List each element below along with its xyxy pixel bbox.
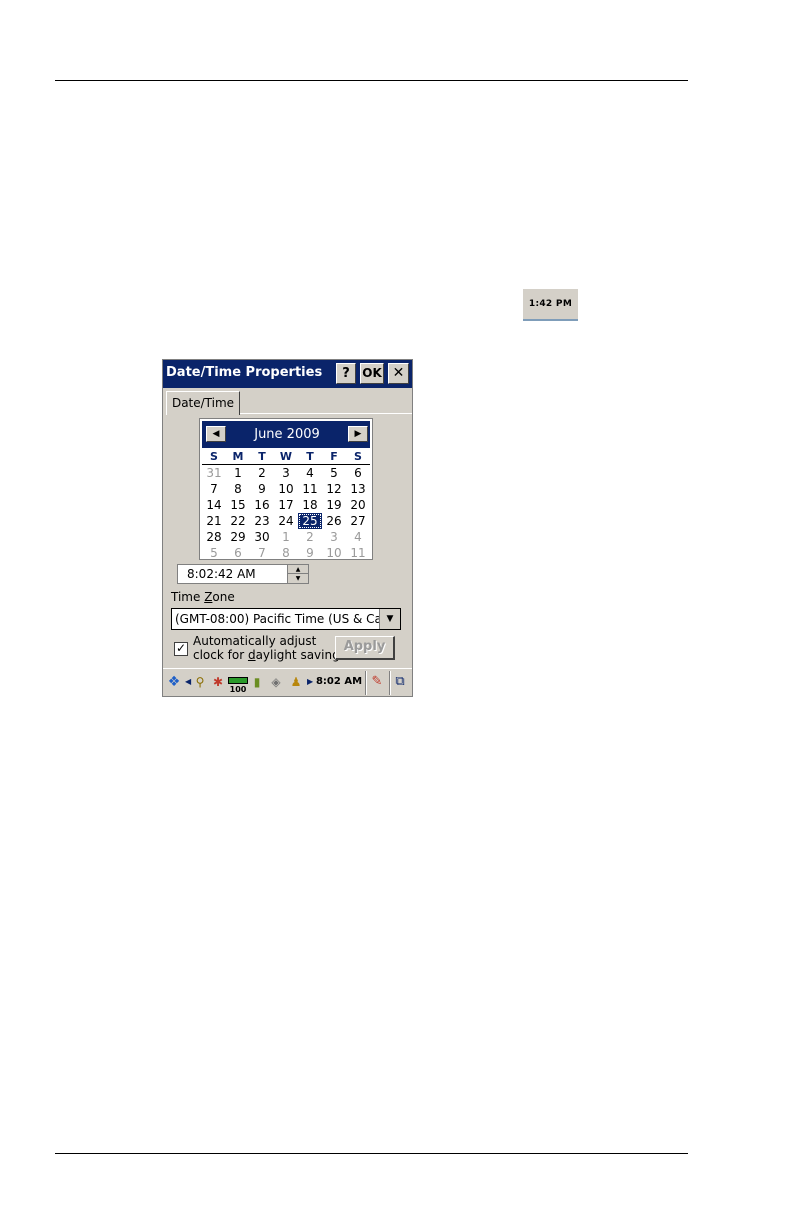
calendar-day[interactable]: 2 (298, 529, 322, 545)
footer-rule (55, 1153, 688, 1154)
taskbar: ❖ ◀ ⚲ ✱ 100 ▮ ◈ ♟ ▶ 8:02 AM ✎ ⧉ (163, 668, 412, 696)
calendar-day[interactable]: 1 (226, 465, 250, 481)
calendar-header: ◀ June 2009 ▶ (202, 421, 370, 448)
calendar-day[interactable]: 14 (202, 497, 226, 513)
calendar-day[interactable]: 26 (322, 513, 346, 529)
time-zone-select[interactable]: (GMT-08:00) Pacific Time (US & Canada) ▼ (171, 608, 401, 630)
calendar-week-row: 5 6 7 8 9 10 11 (202, 545, 370, 561)
header-rule (55, 80, 688, 81)
calendar-day[interactable]: 8 (274, 545, 298, 561)
weekday-header: S M T W T F S (202, 450, 370, 465)
tab-divider (240, 413, 412, 414)
clock-icon: 1:42 PM (523, 289, 578, 321)
calendar-day[interactable]: 15 (226, 497, 250, 513)
calendar-day[interactable]: 23 (250, 513, 274, 529)
month-calendar: ◀ June 2009 ▶ S M T W T F S 31 1 2 3 4 5 6 7 8 9 1… (199, 418, 373, 560)
time-zone-label: Time Zone (171, 590, 235, 604)
calendar-day[interactable]: 28 (202, 529, 226, 545)
dialog-title: Date/Time Properties (166, 365, 323, 380)
daylight-saving-checkbox[interactable]: ✓ (174, 642, 188, 656)
time-field[interactable]: 8:02:42 AM ▲ ▼ (177, 564, 309, 584)
daylight-saving-label[interactable]: Automatically adjust clock for daylight … (193, 634, 340, 662)
calendar-day[interactable]: 11 (298, 481, 322, 497)
signal-icon[interactable]: ▮ (249, 673, 265, 691)
usb-icon[interactable]: ⚲ (192, 673, 208, 691)
weekday-label: F (330, 450, 338, 463)
calendar-day[interactable]: 13 (346, 481, 370, 497)
datetime-dialog: Date/Time Properties ? OK ✕ Date/Time ◀ … (162, 359, 413, 697)
taskbar-clock[interactable]: 8:02 AM (313, 673, 365, 691)
tray-left-arrow-icon[interactable]: ◀ (185, 673, 191, 691)
calendar-day[interactable]: 12 (322, 481, 346, 497)
calendar-day[interactable]: 19 (322, 497, 346, 513)
sprite-icon[interactable]: ✱ (210, 673, 226, 691)
prev-month-button[interactable]: ◀ (206, 426, 226, 442)
time-value: 8:02:42 AM (187, 567, 256, 581)
close-button[interactable]: ✕ (388, 363, 409, 384)
calendar-day[interactable]: 5 (322, 465, 346, 481)
spin-down-icon[interactable]: ▼ (288, 574, 308, 583)
calendar-day[interactable]: 10 (274, 481, 298, 497)
calendar-day[interactable]: 7 (250, 545, 274, 561)
calendar-day[interactable]: 4 (346, 529, 370, 545)
calendar-day[interactable]: 6 (226, 545, 250, 561)
calendar-day[interactable]: 3 (274, 465, 298, 481)
calendar-day[interactable]: 31 (202, 465, 226, 481)
weekday-label: M (232, 450, 244, 463)
chevron-down-icon[interactable]: ▼ (379, 609, 400, 629)
calendar-day[interactable]: 17 (274, 497, 298, 513)
windows-icon[interactable]: ⧉ (391, 673, 409, 691)
weekday-label: T (306, 450, 314, 463)
calendar-day[interactable]: 22 (226, 513, 250, 529)
calendar-day[interactable]: 4 (298, 465, 322, 481)
ok-button[interactable]: OK (360, 363, 384, 384)
calendar-day[interactable]: 29 (226, 529, 250, 545)
next-month-button[interactable]: ▶ (348, 426, 368, 442)
month-label[interactable]: June 2009 (232, 427, 342, 442)
calendar-week-row: 31 1 2 3 4 5 6 (202, 465, 370, 481)
calendar-day[interactable]: 5 (202, 545, 226, 561)
calendar-day[interactable]: 10 (322, 545, 346, 561)
calendar-day[interactable]: 9 (250, 481, 274, 497)
title-bar: Date/Time Properties ? OK ✕ (163, 360, 412, 388)
keyboard-icon[interactable]: ✎ (367, 673, 387, 691)
calendar-day[interactable]: 6 (346, 465, 370, 481)
calendar-week-row: 28 29 30 1 2 3 4 (202, 529, 370, 545)
time-spinner[interactable]: ▲ ▼ (287, 565, 308, 583)
weekday-label: S (354, 450, 362, 463)
calendar-day[interactable]: 30 (250, 529, 274, 545)
calendar-day[interactable]: 18 (298, 497, 322, 513)
calendar-day[interactable]: 7 (202, 481, 226, 497)
tab-date-time[interactable]: Date/Time (166, 391, 240, 415)
calendar-day[interactable]: 20 (346, 497, 370, 513)
calendar-day[interactable]: 3 (322, 529, 346, 545)
calendar-day[interactable]: 27 (346, 513, 370, 529)
calendar-day[interactable]: 2 (250, 465, 274, 481)
weekday-label: T (258, 450, 266, 463)
calendar-week-row: 21 22 23 24 25 26 27 (202, 513, 370, 529)
apply-button[interactable]: Apply (335, 636, 395, 660)
spin-up-icon[interactable]: ▲ (288, 565, 308, 574)
calendar-week-row: 7 8 9 10 11 12 13 (202, 481, 370, 497)
calendar-grid: 31 1 2 3 4 5 6 7 8 9 10 11 12 13 14 15 16 17 18 19 20 21 22 23 2… (202, 465, 370, 561)
weekday-label: S (210, 450, 218, 463)
calendar-day[interactable]: 24 (274, 513, 298, 529)
calendar-day[interactable]: 1 (274, 529, 298, 545)
calendar-day[interactable]: 8 (226, 481, 250, 497)
calendar-day[interactable]: 16 (250, 497, 274, 513)
battery-icon[interactable]: 100 (228, 677, 248, 695)
calendar-day-selected[interactable]: 25 (298, 513, 322, 529)
user-icon[interactable]: ♟ (287, 673, 305, 691)
calendar-week-row: 14 15 16 17 18 19 20 (202, 497, 370, 513)
weekday-label: W (279, 450, 293, 463)
time-zone-value: (GMT-08:00) Pacific Time (US & Canada) (175, 612, 380, 626)
calendar-day[interactable]: 21 (202, 513, 226, 529)
cube-icon[interactable]: ◈ (267, 673, 285, 691)
help-button[interactable]: ? (336, 363, 356, 384)
calendar-day[interactable]: 11 (346, 545, 370, 561)
start-icon[interactable]: ❖ (165, 673, 183, 691)
calendar-day[interactable]: 9 (298, 545, 322, 561)
